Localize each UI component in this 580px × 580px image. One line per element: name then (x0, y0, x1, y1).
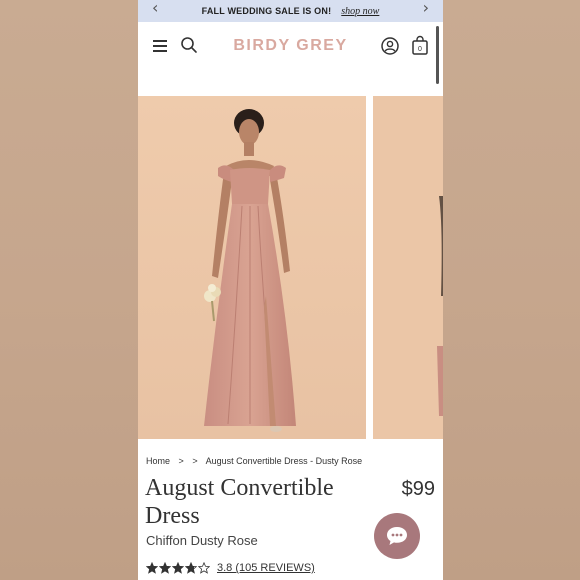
star-icon (172, 562, 184, 574)
model-illustration (138, 96, 366, 439)
chat-bubble-icon (387, 527, 407, 545)
star-icon (146, 562, 158, 574)
star-icon (185, 562, 197, 574)
star-icon (198, 562, 210, 574)
product-image-main[interactable] (138, 96, 366, 439)
chevron-right-icon[interactable]: › (423, 0, 429, 17)
rating-stars (146, 562, 211, 574)
banner-text: FALL WEDDING SALE IS ON! (201, 6, 332, 16)
scrollbar[interactable] (436, 26, 439, 84)
background-left (0, 0, 138, 580)
product-rating[interactable]: 3.8 (105 REVIEWS) (146, 562, 315, 574)
chevron-left-icon[interactable]: ‹ (152, 0, 158, 17)
product-price: $99 (401, 478, 435, 500)
breadcrumb-home[interactable]: Home (146, 456, 170, 466)
promo-banner: ‹ FALL WEDDING SALE IS ON! shop now › (138, 0, 443, 22)
product-subtitle: Chiffon Dusty Rose (146, 533, 258, 548)
star-icon (159, 562, 171, 574)
chat-button[interactable] (374, 513, 420, 559)
reviews-link[interactable]: 3.8 (105 REVIEWS) (217, 562, 315, 574)
account-icon[interactable] (381, 37, 399, 55)
next-image-illustration (373, 96, 443, 439)
background-right (443, 0, 580, 580)
breadcrumb-separator: > (178, 456, 184, 466)
breadcrumb-separator: > (192, 456, 198, 466)
breadcrumb: Home > > August Convertible Dress - Dust… (146, 456, 368, 466)
product-title: August Convertible Dress (145, 475, 334, 529)
cart-count: 0 (418, 46, 422, 53)
product-image-next[interactable] (373, 96, 443, 439)
site-header: BIRDY GREY 0 (138, 22, 443, 84)
shop-now-link[interactable]: shop now (341, 6, 379, 17)
breadcrumb-current: August Convertible Dress - Dusty Rose (205, 456, 363, 466)
bag-icon[interactable]: 0 (411, 35, 429, 55)
phone-screen: ‹ FALL WEDDING SALE IS ON! shop now › BI… (138, 0, 443, 580)
